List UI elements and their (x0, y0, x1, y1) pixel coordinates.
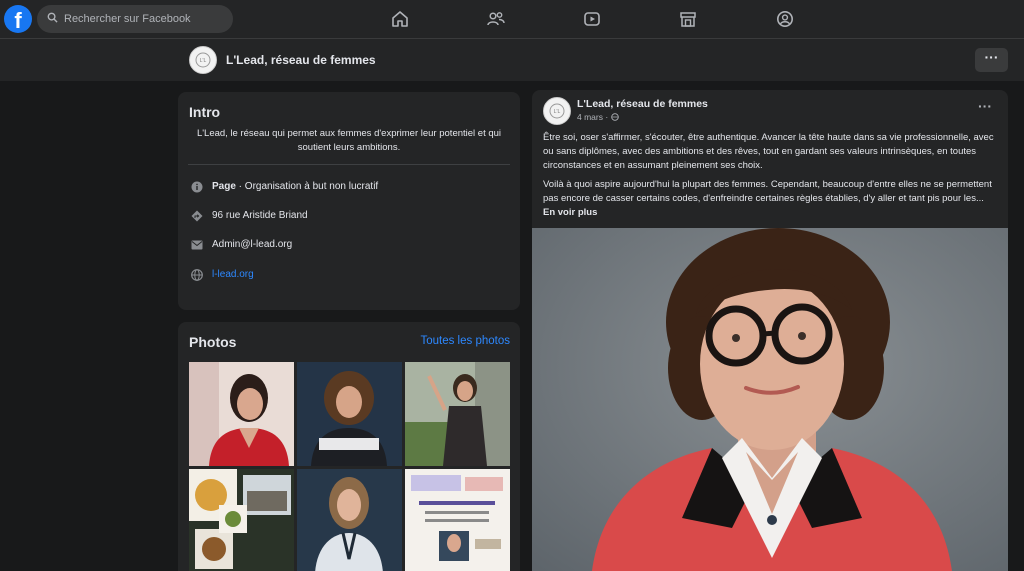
post-paragraph: Être soi, oser s'affirmer, s'écouter, êt… (543, 132, 994, 171)
photo-thumbnail[interactable] (189, 362, 294, 466)
info-category: Page · Organisation à but non lucratif (190, 180, 378, 193)
address-text: 96 rue Aristide Briand (212, 210, 308, 221)
page-header-bar: L'L L'Lead, réseau de femmes ··· (0, 38, 1024, 81)
top-navigation-bar: f (0, 0, 1024, 38)
post-photo[interactable] (532, 228, 1008, 571)
watch-icon[interactable] (579, 6, 605, 32)
friends-icon[interactable] (483, 6, 509, 32)
photo-thumbnail[interactable] (297, 362, 402, 466)
photos-title: Photos (189, 334, 237, 350)
category-value: · Organisation à but non lucratif (235, 181, 379, 192)
post-card: L'L L'Lead, réseau de femmes 4 mars · ··… (532, 90, 1008, 571)
info-icon (190, 180, 203, 193)
photo-thumbnail[interactable] (189, 469, 294, 571)
see-all-photos-link[interactable]: Toutes les photos (420, 335, 510, 347)
category-label: Page (212, 181, 236, 192)
groups-icon[interactable] (772, 6, 798, 32)
post-paragraph-text: Voilà à quoi aspire aujourd'hui la plupa… (543, 179, 992, 204)
home-icon[interactable] (387, 6, 413, 32)
photo-thumbnail[interactable] (405, 469, 510, 571)
email-icon (190, 238, 203, 251)
website-link[interactable]: l-lead.org (212, 269, 254, 280)
public-audience-icon (610, 112, 619, 122)
photo-thumbnail[interactable] (405, 362, 510, 466)
more-options-button[interactable]: ··· (975, 48, 1008, 72)
page-title[interactable]: L'Lead, réseau de femmes (226, 53, 376, 67)
divider (188, 164, 510, 165)
directions-icon (190, 209, 203, 222)
info-email: Admin@l-lead.org (190, 238, 292, 251)
see-more-link[interactable]: En voir plus (543, 207, 597, 218)
intro-card: Intro L'Lead, le réseau qui permet aux f… (178, 92, 520, 310)
post-paragraph: Voilà à quoi aspire aujourd'hui la plupa… (543, 178, 998, 219)
intro-description: L'Lead, le réseau qui permet aux femmes … (196, 128, 502, 153)
photo-thumbnail[interactable] (297, 469, 402, 571)
post-author-avatar[interactable]: L'L (543, 97, 571, 125)
post-timestamp: 4 mars · (577, 112, 619, 122)
post-author-name[interactable]: L'Lead, réseau de femmes (577, 98, 708, 110)
svg-text:L'L: L'L (200, 58, 207, 64)
intro-title: Intro (189, 104, 221, 120)
info-address: 96 rue Aristide Briand (190, 209, 308, 222)
post-date-text[interactable]: 4 mars · (577, 112, 611, 122)
info-website: l-lead.org (190, 268, 254, 281)
marketplace-icon[interactable] (675, 6, 701, 32)
page-avatar[interactable]: L'L (189, 46, 217, 74)
globe-icon (190, 268, 203, 281)
svg-text:L'L: L'L (554, 109, 561, 115)
photos-card: Photos Toutes les photos (178, 322, 520, 571)
email-text[interactable]: Admin@l-lead.org (212, 239, 292, 250)
post-options-button[interactable]: ··· (978, 98, 992, 114)
